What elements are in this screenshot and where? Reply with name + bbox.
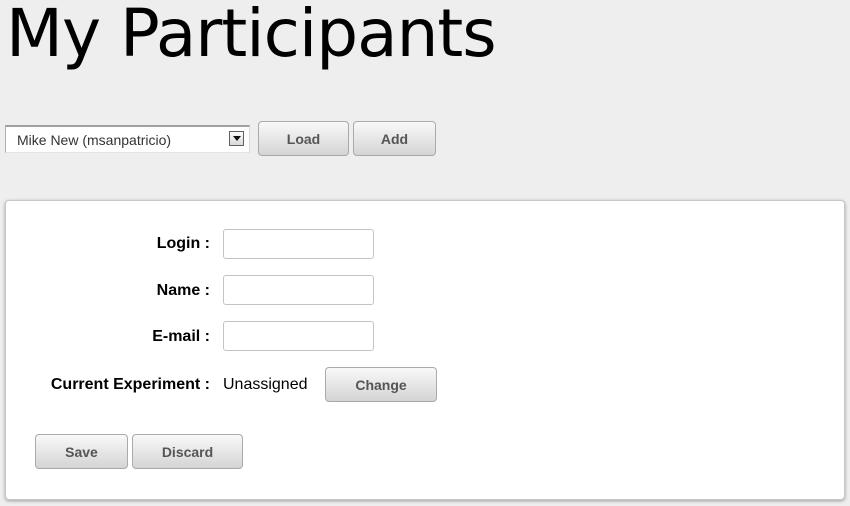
participant-form-panel: Login : Name : E-mail : Current Experime… <box>5 200 845 500</box>
chevron-down-icon[interactable] <box>229 130 244 146</box>
discard-button[interactable]: Discard <box>132 434 243 469</box>
current-experiment-label: Current Experiment : <box>50 376 210 393</box>
participant-select[interactable]: Mike New (msanpatricio) <box>5 124 250 153</box>
email-label: E-mail : <box>152 328 210 345</box>
save-button[interactable]: Save <box>35 434 128 469</box>
load-button[interactable]: Load <box>258 121 349 156</box>
add-button[interactable]: Add <box>353 121 436 156</box>
participant-toolbar: Mike New (msanpatricio) Load Add <box>5 121 436 156</box>
name-label: Name : <box>156 282 210 299</box>
name-field[interactable] <box>223 275 374 305</box>
change-experiment-button[interactable]: Change <box>325 367 437 402</box>
login-label: Login : <box>156 235 210 252</box>
login-field[interactable] <box>223 229 374 259</box>
email-field[interactable] <box>223 321 374 351</box>
current-experiment-value: Unassigned <box>223 376 308 393</box>
page-title: My Participants <box>6 0 497 72</box>
participant-select-value: Mike New (msanpatricio) <box>17 131 172 148</box>
